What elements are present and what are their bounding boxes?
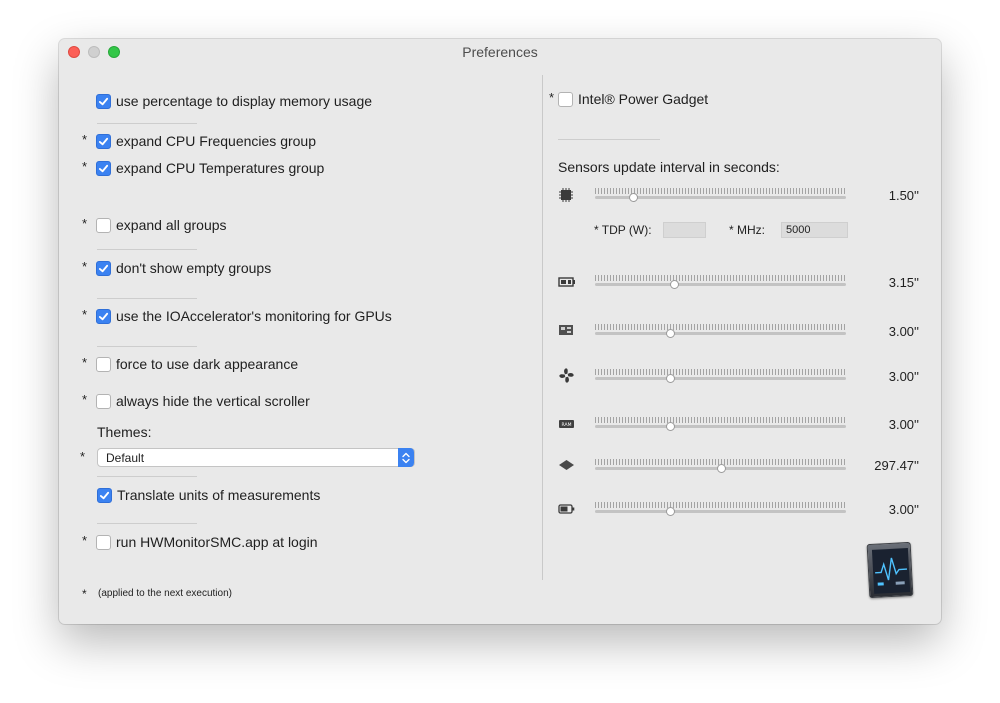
fan-interval-value: 3.00'' <box>888 369 919 384</box>
force-dark-label: force to use dark appearance <box>116 356 299 372</box>
chevron-updown-icon <box>398 448 414 467</box>
motherboard-interval-slider[interactable] <box>595 322 846 340</box>
slider-knob[interactable] <box>666 422 676 431</box>
dont-show-empty-row[interactable]: don't show empty groups <box>96 259 271 277</box>
mhz-label: * MHz: <box>729 223 765 237</box>
run-at-login-row[interactable]: run HWMonitorSMC.app at login <box>96 533 318 551</box>
slider-knob[interactable] <box>716 464 726 473</box>
ioaccelerator-label: use the IOAccelerator's monitoring for G… <box>116 308 392 324</box>
ioaccelerator-checkbox[interactable] <box>96 308 111 324</box>
gpu-interval-slider[interactable] <box>595 273 846 291</box>
run-at-login-checkbox[interactable] <box>96 534 111 550</box>
dont-show-empty-label: don't show empty groups <box>116 260 272 276</box>
use-percentage-checkbox[interactable] <box>96 93 111 109</box>
restart-marker: * <box>549 90 555 105</box>
separator <box>97 346 197 347</box>
window-title: Preferences <box>462 44 538 60</box>
footnote: (applied to the next execution) <box>98 588 232 599</box>
column-divider <box>542 75 543 580</box>
expand-cpu-freq-row[interactable]: expand CPU Frequencies group <box>96 132 316 150</box>
fan-interval-slider[interactable] <box>595 367 846 385</box>
restart-marker: * <box>82 216 88 231</box>
force-dark-checkbox[interactable] <box>96 356 111 372</box>
tdp-label: * TDP (W): <box>594 223 652 237</box>
preferences-window: Preferences use percentage to display me… <box>59 39 941 624</box>
theme-select[interactable]: Default <box>97 448 415 467</box>
cpu-interval-slider[interactable] <box>595 186 846 204</box>
slider-knob[interactable] <box>666 329 676 338</box>
separator <box>97 123 197 124</box>
restart-marker: * <box>82 307 88 322</box>
translate-units-label: Translate units of measurements <box>117 487 321 503</box>
intel-gadget-checkbox[interactable] <box>558 91 573 107</box>
fan-icon <box>557 367 575 383</box>
restart-marker: * <box>82 132 88 147</box>
use-percentage-label: use percentage to display memory usage <box>116 93 373 109</box>
expand-cpu-temp-checkbox[interactable] <box>96 160 111 176</box>
gpu-interval-value: 3.15'' <box>888 275 919 290</box>
drive-icon <box>557 457 575 473</box>
expand-cpu-temp-label: expand CPU Temperatures group <box>116 160 325 176</box>
separator <box>558 139 660 140</box>
separator <box>97 476 197 477</box>
motherboard-interval-value: 3.00'' <box>888 324 919 339</box>
motherboard-icon <box>557 322 575 338</box>
slider-knob[interactable] <box>670 280 680 289</box>
hide-scroller-row[interactable]: always hide the vertical scroller <box>96 392 310 410</box>
separator <box>97 249 197 250</box>
app-logo-icon <box>866 541 914 599</box>
svg-text:RAM: RAM <box>561 422 571 428</box>
gpu-card-icon <box>557 274 575 290</box>
expand-cpu-temp-row[interactable]: expand CPU Temperatures group <box>96 159 324 177</box>
run-at-login-label: run HWMonitorSMC.app at login <box>116 534 318 550</box>
battery-interval-value: 3.00'' <box>888 502 919 517</box>
footnote-marker: * <box>82 587 87 601</box>
sensors-interval-title: Sensors update interval in seconds: <box>558 159 780 175</box>
force-dark-row[interactable]: force to use dark appearance <box>96 355 298 373</box>
cpu-interval-value: 1.50'' <box>888 188 919 203</box>
theme-select-value: Default <box>106 451 145 465</box>
ram-interval-slider[interactable] <box>595 415 846 433</box>
cpu-chip-icon <box>557 187 575 203</box>
expand-all-row[interactable]: expand all groups <box>96 216 227 234</box>
battery-interval-slider[interactable] <box>595 500 846 518</box>
restart-marker: * <box>82 392 88 407</box>
drive-interval-slider[interactable] <box>595 457 846 475</box>
translate-units-row[interactable]: Translate units of measurements <box>97 486 320 504</box>
use-percentage-row[interactable]: use percentage to display memory usage <box>96 92 372 110</box>
battery-icon <box>557 501 575 517</box>
tdp-field[interactable] <box>663 222 706 238</box>
expand-cpu-freq-checkbox[interactable] <box>96 133 111 149</box>
restart-marker: * <box>82 355 88 370</box>
ioaccelerator-row[interactable]: use the IOAccelerator's monitoring for G… <box>96 307 392 325</box>
restart-marker: * <box>80 449 86 464</box>
slider-knob[interactable] <box>666 374 676 383</box>
slider-knob[interactable] <box>666 507 676 516</box>
separator <box>97 298 197 299</box>
hide-scroller-label: always hide the vertical scroller <box>116 393 310 409</box>
mhz-field[interactable]: 5000 <box>781 222 848 238</box>
restart-marker: * <box>82 159 88 174</box>
dont-show-empty-checkbox[interactable] <box>96 260 111 276</box>
hide-scroller-checkbox[interactable] <box>96 393 111 409</box>
translate-units-checkbox[interactable] <box>97 487 112 503</box>
expand-all-label: expand all groups <box>116 217 227 233</box>
drive-interval-value: 297.47'' <box>874 458 919 473</box>
ram-icon: RAM <box>557 416 575 432</box>
expand-cpu-freq-label: expand CPU Frequencies group <box>116 133 317 149</box>
intel-gadget-row[interactable]: Intel® Power Gadget <box>558 90 708 108</box>
restart-marker: * <box>82 259 88 274</box>
separator <box>97 523 197 524</box>
themes-label: Themes: <box>97 424 152 440</box>
slider-knob[interactable] <box>628 193 638 202</box>
ram-interval-value: 3.00'' <box>888 417 919 432</box>
expand-all-checkbox[interactable] <box>96 217 111 233</box>
restart-marker: * <box>82 533 88 548</box>
title-bar: Preferences <box>59 39 941 65</box>
intel-gadget-label: Intel® Power Gadget <box>578 91 709 107</box>
